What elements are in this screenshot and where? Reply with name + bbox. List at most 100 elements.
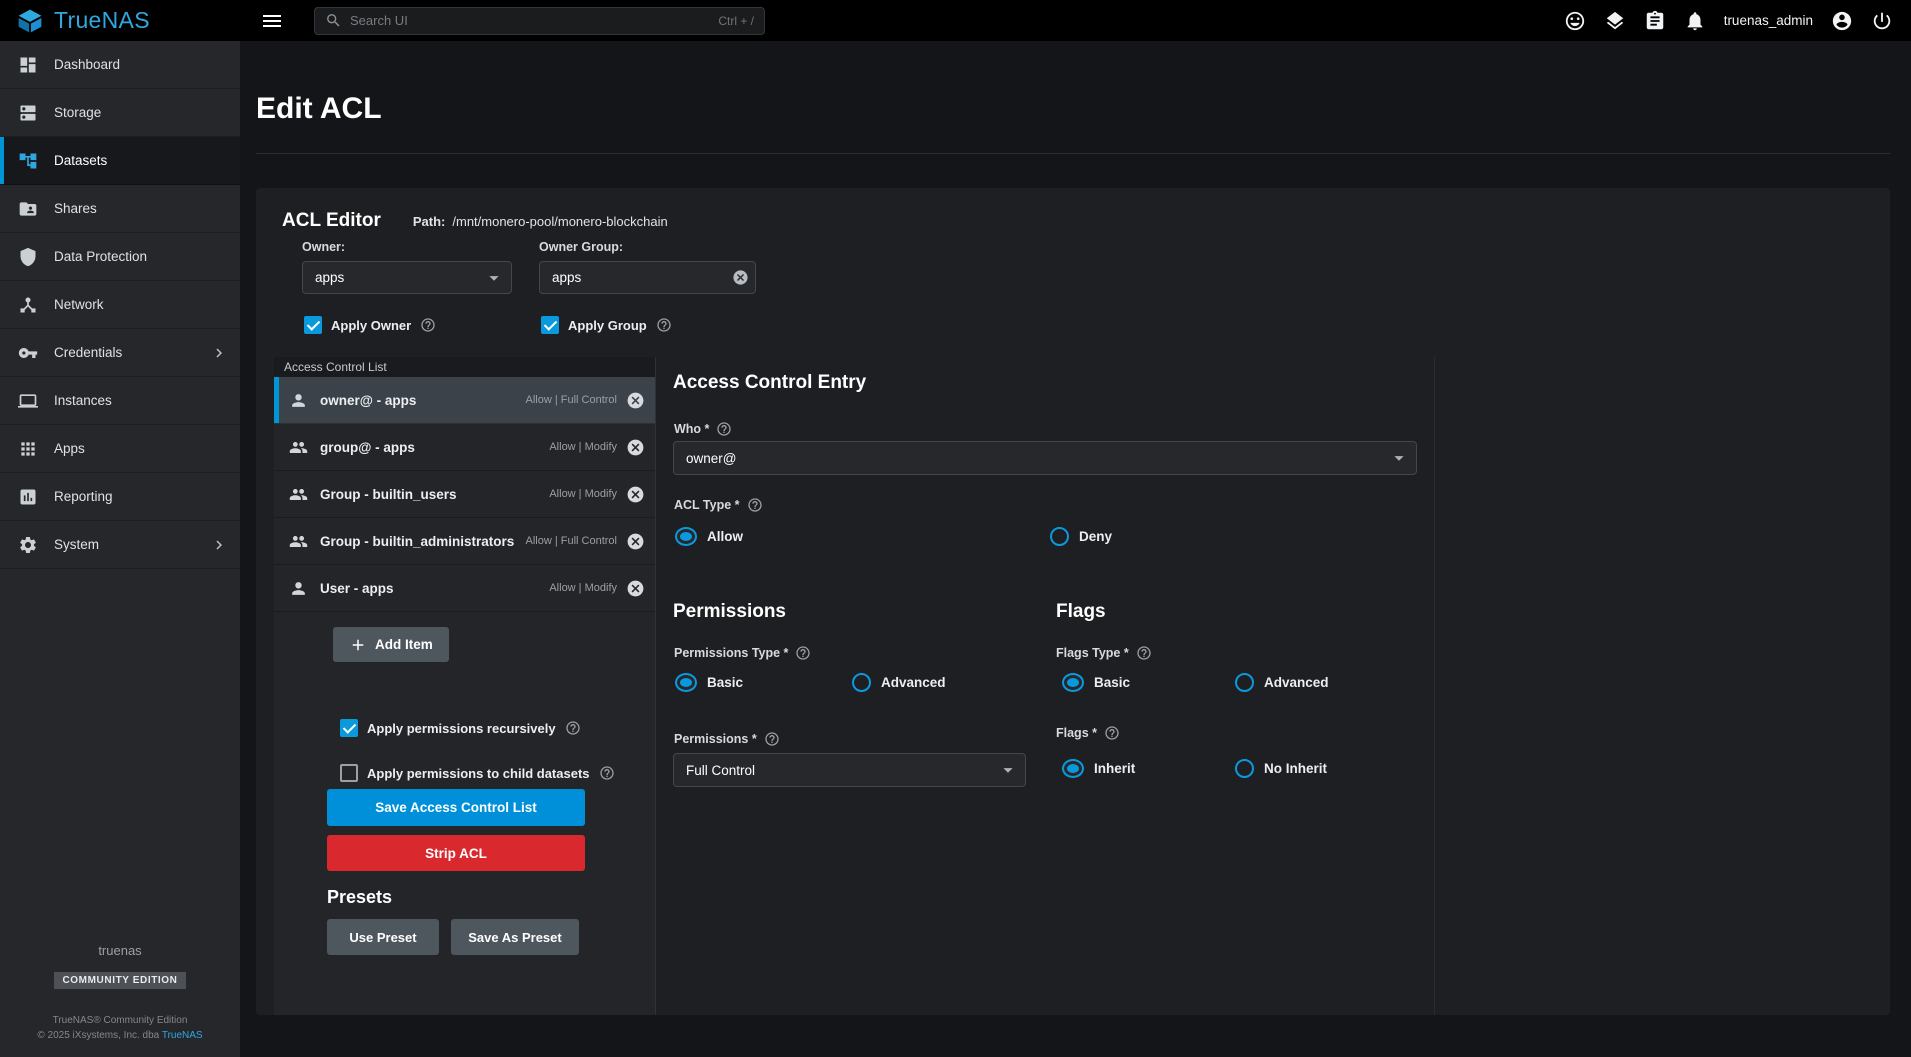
- apply-recursive-checkbox[interactable]: [340, 719, 358, 737]
- help-icon[interactable]: [1136, 645, 1152, 661]
- owner-group-field-group: Owner Group: apps: [539, 240, 756, 294]
- acl-entry-row[interactable]: Group - builtin_administrators Allow | F…: [274, 518, 655, 565]
- help-icon[interactable]: [565, 720, 581, 736]
- datasets-tree-icon: [18, 151, 38, 171]
- help-icon[interactable]: [599, 765, 615, 781]
- storage-icon: [18, 103, 38, 123]
- help-icon[interactable]: [795, 645, 811, 661]
- owner-select[interactable]: apps: [302, 261, 512, 294]
- save-acl-button[interactable]: Save Access Control List: [327, 789, 585, 826]
- apply-group-checkbox[interactable]: [541, 316, 559, 334]
- help-icon[interactable]: [420, 317, 436, 333]
- help-icon[interactable]: [1104, 725, 1120, 741]
- acl-editor-header: ACL Editor Path:/mnt/monero-pool/monero-…: [282, 210, 668, 232]
- sidebar-item-network[interactable]: Network: [0, 281, 240, 329]
- acl-entry-row[interactable]: Group - builtin_users Allow | Modify: [274, 471, 655, 518]
- radio-selected[interactable]: [675, 527, 697, 546]
- who-label: Who *: [674, 421, 732, 437]
- owner-group-label: Owner Group:: [539, 240, 756, 254]
- remove-entry-icon[interactable]: [626, 438, 645, 457]
- hamburger-menu-icon[interactable]: [260, 9, 284, 33]
- feedback-smiley-icon[interactable]: [1564, 10, 1586, 32]
- acl-type-deny-radio[interactable]: Deny: [1050, 527, 1112, 546]
- apply-recursive-checkbox-row[interactable]: Apply permissions recursively: [340, 719, 581, 737]
- flags-type-advanced-radio[interactable]: Advanced: [1235, 673, 1329, 692]
- person-icon: [289, 391, 308, 410]
- remove-entry-icon[interactable]: [626, 532, 645, 551]
- apply-owner-checkbox-row[interactable]: Apply Owner: [304, 316, 436, 334]
- sidebar: Dashboard Storage Datasets Shares Data P…: [0, 41, 240, 1057]
- who-select[interactable]: owner@: [673, 441, 1417, 475]
- remove-entry-icon[interactable]: [626, 391, 645, 410]
- sidebar-item-datasets[interactable]: Datasets: [0, 137, 240, 185]
- help-icon[interactable]: [716, 421, 732, 437]
- username-label[interactable]: truenas_admin: [1724, 13, 1813, 28]
- acl-entry-row[interactable]: User - apps Allow | Modify: [274, 565, 655, 612]
- group-icon: [289, 532, 308, 551]
- help-icon[interactable]: [656, 317, 672, 333]
- sidebar-item-shares[interactable]: Shares: [0, 185, 240, 233]
- remove-entry-icon[interactable]: [626, 485, 645, 504]
- permissions-type-basic-radio[interactable]: Basic: [675, 673, 743, 692]
- acl-columns: Access Control List owner@ - apps Allow …: [274, 357, 1435, 1015]
- power-icon[interactable]: [1871, 10, 1893, 32]
- sidebar-item-dashboard[interactable]: Dashboard: [0, 41, 240, 89]
- radio-unselected[interactable]: [1050, 527, 1069, 546]
- logo-wordmark: TrueNAS: [54, 7, 150, 34]
- truenas-logo[interactable]: TrueNAS: [0, 7, 240, 35]
- chevron-down-icon: [1388, 447, 1410, 469]
- radio-unselected[interactable]: [1235, 673, 1254, 692]
- checklist-clipboard-icon[interactable]: [1644, 10, 1666, 32]
- jobs-layers-icon[interactable]: [1604, 10, 1626, 32]
- radio-selected[interactable]: [675, 673, 697, 692]
- remove-entry-icon[interactable]: [626, 579, 645, 598]
- sidebar-item-apps[interactable]: Apps: [0, 425, 240, 473]
- truenas-link[interactable]: TrueNAS: [162, 1030, 203, 1041]
- radio-unselected[interactable]: [852, 673, 871, 692]
- flags-type-label: Flags Type *: [1056, 645, 1152, 661]
- acl-entry-row[interactable]: group@ - apps Allow | Modify: [274, 424, 655, 471]
- chevron-down-icon: [483, 267, 505, 289]
- sidebar-item-label: Dashboard: [54, 57, 120, 72]
- flags-heading: Flags: [1056, 601, 1106, 623]
- radio-selected[interactable]: [1062, 759, 1084, 778]
- owner-group-input[interactable]: apps: [539, 261, 756, 294]
- clear-icon[interactable]: [732, 269, 749, 286]
- sidebar-item-storage[interactable]: Storage: [0, 89, 240, 137]
- search-input[interactable]: [350, 13, 710, 28]
- chevron-right-icon: [210, 536, 228, 554]
- permissions-select[interactable]: Full Control: [673, 753, 1026, 787]
- apply-owner-checkbox[interactable]: [304, 316, 322, 334]
- apply-child-checkbox-row[interactable]: Apply permissions to child datasets: [340, 764, 615, 782]
- help-icon[interactable]: [764, 731, 780, 747]
- help-icon[interactable]: [747, 497, 763, 513]
- acl-editor-title: ACL Editor: [282, 210, 381, 232]
- flags-type-basic-radio[interactable]: Basic: [1062, 673, 1130, 692]
- truenas-logo-icon: [16, 7, 44, 35]
- global-search[interactable]: Ctrl + /: [314, 7, 765, 35]
- user-avatar-icon[interactable]: [1831, 10, 1853, 32]
- save-as-preset-button[interactable]: Save As Preset: [451, 919, 579, 955]
- sidebar-item-system[interactable]: System: [0, 521, 240, 569]
- sidebar-item-label: Storage: [54, 105, 101, 120]
- radio-unselected[interactable]: [1235, 759, 1254, 778]
- title-divider: [256, 153, 1890, 154]
- use-preset-button[interactable]: Use Preset: [327, 919, 439, 955]
- sidebar-item-label: Data Protection: [54, 249, 147, 264]
- sidebar-item-data-protection[interactable]: Data Protection: [0, 233, 240, 281]
- strip-acl-button[interactable]: Strip ACL: [327, 835, 585, 871]
- radio-selected[interactable]: [1062, 673, 1084, 692]
- permissions-type-advanced-radio[interactable]: Advanced: [852, 673, 946, 692]
- acl-type-allow-radio[interactable]: Allow: [675, 527, 743, 546]
- sidebar-item-reporting[interactable]: Reporting: [0, 473, 240, 521]
- sidebar-item-label: Instances: [54, 393, 112, 408]
- apply-child-checkbox[interactable]: [340, 764, 358, 782]
- alerts-bell-icon[interactable]: [1684, 10, 1706, 32]
- sidebar-item-credentials[interactable]: Credentials: [0, 329, 240, 377]
- acl-entry-row[interactable]: owner@ - apps Allow | Full Control: [274, 377, 655, 424]
- add-item-button[interactable]: Add Item: [333, 627, 449, 662]
- flags-no-inherit-radio[interactable]: No Inherit: [1235, 759, 1327, 778]
- flags-inherit-radio[interactable]: Inherit: [1062, 759, 1135, 778]
- apply-group-checkbox-row[interactable]: Apply Group: [541, 316, 672, 334]
- sidebar-item-instances[interactable]: Instances: [0, 377, 240, 425]
